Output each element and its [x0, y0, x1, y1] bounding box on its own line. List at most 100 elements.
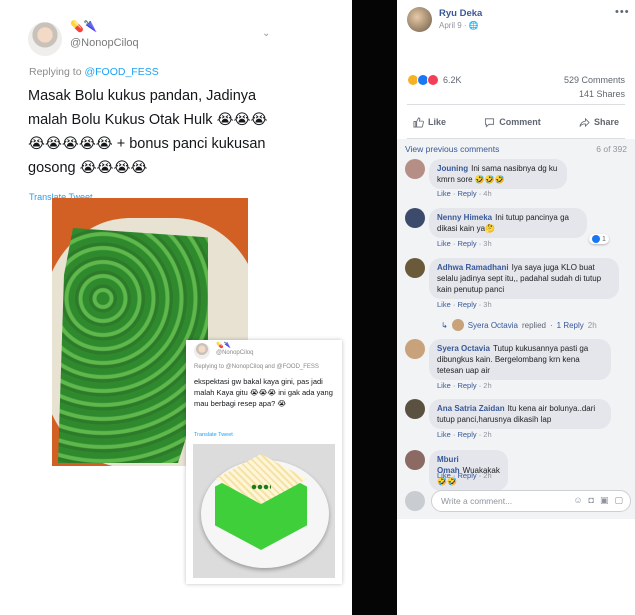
- tweet-screenshot-secondary: 💊🌂 @NonopCiloq Replying to @NonopCiloq a…: [186, 340, 342, 584]
- comment-meta: Like · Reply · 4h: [437, 189, 492, 198]
- tweet-reply-to: @FOOD_FESS: [84, 66, 159, 78]
- replied-label: replied: [521, 320, 546, 330]
- tweet-handle: @NonopCiloq: [70, 37, 139, 49]
- post-date[interactable]: April 9 · 🌐: [439, 21, 479, 30]
- like-button[interactable]: Like: [407, 115, 452, 130]
- comment-bubble: Jouning Ini sama nasibnya dg ku kmrn sore…: [429, 159, 567, 189]
- divider: [407, 104, 625, 105]
- comment-reply-link[interactable]: Reply: [457, 300, 476, 309]
- smiley-icon[interactable]: ☺: [573, 495, 582, 506]
- replier-name: Syera Octavia: [467, 320, 518, 330]
- comment-label: Comment: [499, 117, 541, 127]
- commenter-name[interactable]: Syera Octavia: [437, 344, 490, 353]
- comment-bubble: Nenny Himeka Ini tutup pancinya ga dikasi…: [429, 208, 587, 238]
- tweet-text: Masak Bolu kukus pandan, Jadinya malah B…: [28, 88, 268, 176]
- reply-arrow-icon: ↳: [441, 320, 448, 330]
- view-replies-link[interactable]: ↳ Syera Octavia replied · 1 Reply 2h: [441, 319, 597, 331]
- comment-button[interactable]: Comment: [478, 115, 547, 130]
- like-label: Like: [428, 117, 447, 127]
- comment-icon: [485, 117, 495, 128]
- comment-meta: Like · Reply · 2h: [437, 471, 492, 480]
- composer-icons: ☺ ◘ ▣ ▢: [573, 495, 623, 506]
- commenter-avatar[interactable]: [405, 208, 425, 228]
- comment-like-link[interactable]: Like: [437, 300, 451, 309]
- comment-time[interactable]: 4h: [483, 189, 491, 198]
- comment-bubble: Adhwa Ramadhani Iya saya juga KLO buat se…: [429, 258, 619, 299]
- author-name[interactable]: Ryu Deka: [439, 8, 482, 19]
- love-reaction-icon: [427, 74, 439, 86]
- reply-count: 1 Reply: [556, 320, 584, 330]
- comment-time[interactable]: 2h: [483, 430, 491, 439]
- comment-bubble: Ana Satria Zaidan Itu kena air bolunya..d…: [429, 399, 611, 429]
- comment-placeholder: Write a comment...: [441, 496, 513, 506]
- expected-cake-photo: [193, 444, 335, 578]
- tweet2-translate-link: Translate Tweet: [194, 432, 233, 438]
- comment-time[interactable]: 2h: [483, 381, 491, 390]
- commenter-avatar[interactable]: [405, 450, 425, 470]
- commenter-name[interactable]: Nenny Himeka: [437, 213, 492, 222]
- tweet-screenshot: 💊🌂 @NonopCiloq ⌄ Replying to @FOOD_FESS …: [0, 0, 352, 615]
- more-options-icon[interactable]: •••: [615, 6, 630, 18]
- tweet-reply-prefix: Replying to: [29, 66, 82, 78]
- sticker-icon[interactable]: ▢: [614, 495, 623, 506]
- gif-icon[interactable]: ▣: [600, 495, 609, 506]
- comment-meta: Like · Reply · 2h: [437, 430, 492, 439]
- comment-reply-link[interactable]: Reply: [457, 430, 476, 439]
- comment-composer: Write a comment... ☺ ◘ ▣ ▢: [405, 489, 631, 515]
- share-icon: [579, 117, 590, 127]
- current-user-avatar: [405, 491, 425, 511]
- chevron-down-icon: ⌄: [262, 28, 271, 39]
- comment-reply-link[interactable]: Reply: [457, 189, 476, 198]
- commenter-avatar[interactable]: [405, 339, 425, 359]
- facebook-post-panel: Ryu Deka April 9 · 🌐 ••• 6.2K 529 Commen…: [397, 0, 635, 615]
- tweet2-reply-line: Replying to @NonopCiloq and @FOOD_FESS: [194, 364, 319, 370]
- tweet2-text: ekspektasi gw bakal kaya gini, pas jadi …: [194, 377, 333, 408]
- shared-photo[interactable]: 💊🌂 @NonopCiloq ⌄ Replying to @FOOD_FESS …: [0, 0, 397, 615]
- commenter-name[interactable]: Jouning: [437, 164, 468, 173]
- reaction-count: 6.2K: [443, 75, 462, 85]
- tweet-avatar: [28, 22, 62, 56]
- comments-count[interactable]: 529 Comments: [564, 75, 625, 85]
- commenter-avatar[interactable]: [405, 399, 425, 419]
- comments-pagination-count: 6 of 392: [596, 144, 627, 154]
- shares-count[interactable]: 141 Shares: [579, 89, 625, 99]
- comment-reply-link[interactable]: Reply: [457, 381, 476, 390]
- like-reaction-icon: [592, 235, 600, 243]
- comment-reply-link[interactable]: Reply: [457, 239, 476, 248]
- commenter-name[interactable]: Adhwa Ramadhani: [437, 263, 509, 272]
- post-actions: Like Comment Share: [407, 110, 625, 134]
- view-previous-comments-link[interactable]: View previous comments: [405, 144, 499, 154]
- comment-like-link[interactable]: Like: [437, 381, 451, 390]
- commenter-avatar[interactable]: [405, 258, 425, 278]
- comment-meta: Like · Reply · 3h: [437, 300, 492, 309]
- replier-avatar: [451, 319, 464, 331]
- comment-reply-link[interactable]: Reply: [457, 471, 476, 480]
- comment-bubble: Syera Octavia Tutup kukusannya pasti ga d…: [429, 339, 611, 380]
- comment-like-link[interactable]: Like: [437, 189, 451, 198]
- tweet2-avatar: [194, 343, 210, 359]
- comment-time[interactable]: 3h: [483, 300, 491, 309]
- tweet2-handle: @NonopCiloq: [216, 350, 254, 356]
- comment-like-link[interactable]: Like: [437, 239, 451, 248]
- comment-like-badge[interactable]: 1: [589, 234, 609, 244]
- reply-time: 2h: [587, 320, 597, 330]
- comment-like-link[interactable]: Like: [437, 430, 451, 439]
- comments-section: View previous comments 6 of 392 Jouning I…: [397, 139, 635, 519]
- comment-like-count: 1: [602, 235, 606, 243]
- tweet-display-name: 💊🌂: [70, 21, 98, 33]
- tweet-reply-line: Replying to @FOOD_FESS: [18, 66, 286, 78]
- comment-meta: Like · Reply · 2h: [437, 381, 492, 390]
- comment-time[interactable]: 3h: [483, 239, 491, 248]
- comment-time[interactable]: 2h: [483, 471, 491, 480]
- comment-meta: Like · Reply · 3h: [437, 239, 492, 248]
- tweet2-display-name: 💊🌂: [216, 343, 231, 349]
- author-avatar[interactable]: [407, 7, 432, 32]
- commenter-name[interactable]: Ana Satria Zaidan: [437, 404, 505, 413]
- green-dots: [251, 484, 271, 490]
- comment-like-link[interactable]: Like: [437, 471, 451, 480]
- thumbs-up-icon: [413, 117, 424, 127]
- share-button[interactable]: Share: [573, 115, 625, 130]
- commenter-avatar[interactable]: [405, 159, 425, 179]
- share-label: Share: [593, 117, 619, 127]
- camera-icon[interactable]: ◘: [589, 495, 594, 506]
